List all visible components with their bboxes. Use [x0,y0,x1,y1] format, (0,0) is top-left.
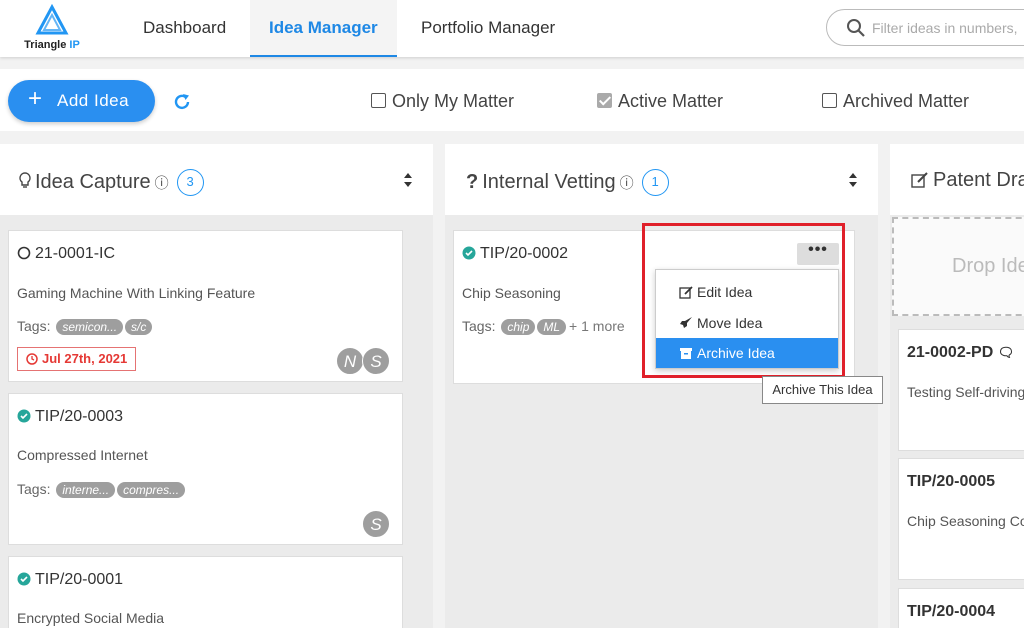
card-id: 21-0002-PD [907,344,994,361]
archive-icon [680,348,692,359]
column-header: Idea Capture ⓘ 3 [0,144,433,215]
column-idea-capture: Idea Capture ⓘ 3 21-0001-IC Gaming Machine… [0,144,433,628]
check-circle-icon [462,246,476,260]
tooltip: Archive This Idea [762,376,883,404]
rocket-icon [680,317,692,328]
question-icon: ? [466,171,479,193]
toolbar: + Add Idea Only My Matter Active Matter … [0,69,1024,131]
menu-item-label: Edit Idea [697,284,753,300]
card-id: TIP/20-0005 [907,473,996,490]
search-icon [847,19,865,37]
card-tags: Tags: semicon... s/c [17,318,153,335]
check-circle-icon [17,572,31,586]
menu-item-label: Archive Idea [697,345,775,361]
column-header: Patent Dra [890,144,1024,215]
info-icon[interactable]: ⓘ [155,175,169,191]
tags-label: Tags: [462,318,496,334]
brand-suffix: IP [69,39,80,51]
active-matter-checkbox[interactable]: Active Matter [597,91,723,112]
card-title: Chip Seasoning [462,285,561,301]
check-circle-icon [17,409,31,423]
only-my-matter-label: Only My Matter [392,91,515,111]
tag[interactable]: ML [537,319,567,335]
idea-card[interactable]: 21-0002-PD 🗨 Testing Self-driving [898,329,1024,451]
info-icon[interactable]: ⓘ [620,175,634,191]
drop-zone[interactable]: Drop Ide [892,217,1024,316]
menu-item-move-idea[interactable]: Move Idea [656,308,838,338]
tab-dashboard[interactable]: Dashboard [124,0,245,57]
sort-icon[interactable] [403,172,413,188]
card-title: Chip Seasoning Co [907,513,1024,529]
column-title: Patent Dra [933,169,1024,191]
top-navbar: Triangle IP Dashboard Idea Manager Portf… [0,0,1024,57]
plus-icon: + [28,85,43,112]
idea-card[interactable]: TIP/20-0004 [898,588,1024,628]
archived-matter-checkbox[interactable]: Archived Matter [822,91,969,112]
checkbox-box [597,93,612,108]
card-title: Testing Self-driving [907,384,1024,400]
tag[interactable]: semicon... [56,319,124,335]
count-badge: 3 [176,169,204,196]
edit-icon [679,286,693,299]
card-id: 21-0001-IC [35,245,116,262]
tag[interactable]: chip [501,319,536,335]
tags-label: Tags: [17,318,51,334]
card-title: Encrypted Social Media [17,610,165,626]
comment-icon: 🗨 [997,345,1015,360]
tags-label: Tags: [17,481,51,497]
add-idea-button[interactable]: + Add Idea [8,80,155,122]
refresh-icon[interactable] [172,92,192,112]
sort-icon[interactable] [848,172,858,188]
status-open-icon [17,246,31,260]
card-tags: Tags: interne... compres... [17,481,186,498]
due-date: Jul 27th, 2021 [42,351,128,366]
tab-portfolio-manager[interactable]: Portfolio Manager [402,0,574,57]
card-title: Compressed Internet [17,447,148,463]
more-tags-link[interactable]: + 1 more [569,318,625,334]
card-actions-button[interactable]: ••• [797,242,839,265]
idea-card[interactable]: TIP/20-0001 Encrypted Social Media [8,556,403,628]
lightbulb-icon [19,172,31,188]
column-title: Internal Vetting [482,171,616,193]
card-id: TIP/20-0003 [35,408,124,425]
avatar[interactable]: S [362,510,390,538]
search-input[interactable]: Filter ideas in numbers, [826,9,1024,46]
search-placeholder: Filter ideas in numbers, [872,20,1018,36]
only-my-matter-checkbox[interactable]: Only My Matter [371,91,514,112]
count-badge: 1 [641,169,669,196]
card-id: TIP/20-0001 [35,571,124,588]
idea-card[interactable]: TIP/20-0003 Compressed Internet Tags: in… [8,393,403,545]
idea-card[interactable]: TIP/20-0005 Chip Seasoning Co [898,458,1024,580]
add-idea-label: Add Idea [57,91,130,110]
menu-item-archive-idea[interactable]: Archive Idea [656,338,838,368]
card-title: Gaming Machine With Linking Feature [17,285,256,301]
drop-zone-label: Drop Ide [952,255,1024,277]
tag[interactable]: interne... [56,482,116,498]
brand-logo[interactable]: Triangle IP [20,4,84,52]
idea-card[interactable]: 21-0001-IC Gaming Machine With Linking F… [8,230,403,382]
due-date-badge: Jul 27th, 2021 [17,347,137,371]
tag[interactable]: s/c [125,319,153,335]
tab-idea-manager[interactable]: Idea Manager [250,0,397,57]
card-tags: Tags: chip ML + 1 more [462,318,625,335]
avatar[interactable]: S [362,347,390,375]
brand-name: Triangle [24,39,67,51]
avatar[interactable]: N [336,347,364,375]
column-title: Idea Capture [35,171,151,193]
clock-icon [26,353,38,365]
menu-item-edit-idea[interactable]: Edit Idea [656,277,838,307]
tag[interactable]: compres... [117,482,186,498]
column-header: ? Internal Vetting ⓘ 1 [445,144,878,215]
edit-icon [911,172,928,188]
card-id: TIP/20-0002 [480,245,569,262]
card-actions-menu: Edit Idea Move Idea Archive Idea [655,269,839,369]
triangle-logo-icon [35,4,69,35]
active-matter-label: Active Matter [618,91,724,111]
archived-matter-label: Archived Matter [843,91,970,111]
checkbox-box [371,93,386,108]
card-id: TIP/20-0004 [907,603,996,620]
menu-item-label: Move Idea [697,315,763,331]
checkbox-box [822,93,837,108]
